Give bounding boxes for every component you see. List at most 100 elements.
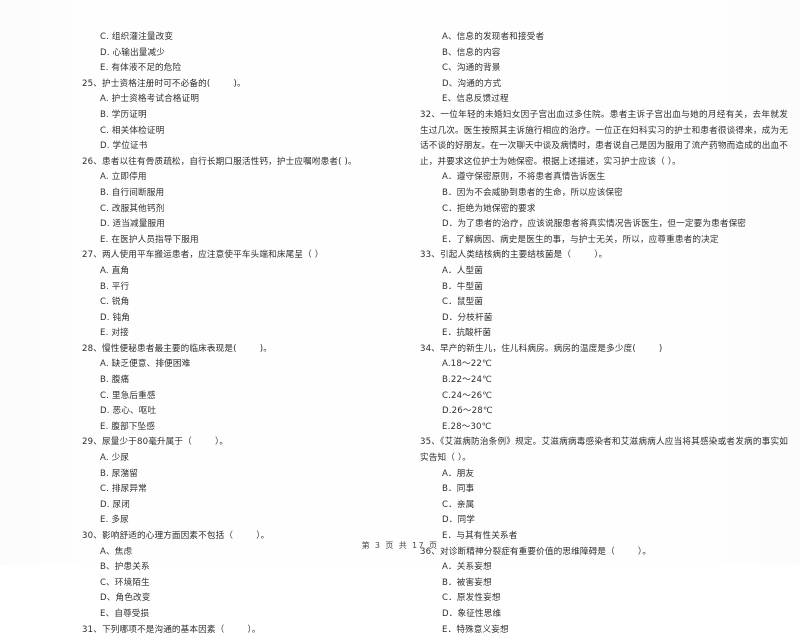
option-item: B．因为不会威胁到患者的生命，所以应该保密 (442, 187, 623, 198)
option-item: D、角色改变 (100, 593, 151, 604)
option-item: E．抗酸杆菌 (442, 328, 492, 339)
option-item: D. 学位证书 (100, 141, 148, 152)
option-item: A. 少尿 (100, 453, 130, 464)
option-item: B. 腹痛 (100, 375, 130, 386)
option-item: A、信息的发现者和接受者 (442, 32, 545, 42)
option-item: A. 缺乏便意、排便困难 (100, 359, 191, 370)
question-stem: 27、两人使用平车搬运患者，应注意使平车头端和床尾呈（ ） (82, 248, 392, 264)
option-item: A.18～22℃ (442, 359, 492, 370)
question-number: 25、 (82, 78, 102, 89)
option-item: C. 改服其他钙剂 (100, 203, 165, 214)
option-item: C. 排尿异常 (100, 484, 147, 495)
option-item: D．为了患者的治疗，应该说服患者将真实情况告诉医生，但一定要为患者保密 (442, 219, 747, 230)
option-item: C．原发性妄想 (442, 593, 501, 604)
option-item: E、信息反馈过程 (442, 94, 509, 105)
option-item: D．分枝杆菌 (442, 312, 493, 323)
option-item: B．牛型菌 (442, 281, 484, 292)
option-item: C、沟通的背景 (442, 63, 501, 74)
option-item: A．人型菌 (442, 265, 484, 276)
question-stem: 28、慢性便秘患者最主要的临床表现是( )。 (82, 342, 392, 358)
document-page: C. 组织灌注量改变 D. 心输出量减少 E. 有体液不足的危险 25、护士资格… (0, 0, 800, 635)
option-item: D．象征性思维 (442, 608, 502, 619)
option-item: A．朋友 (442, 468, 475, 479)
question-text: 《艾滋病防治条例》规定。艾滋病病毒感染者和艾滋病病人应当将其感染或者发病的事实如… (420, 437, 788, 464)
option-item: E.28～30℃ (442, 421, 492, 432)
option-item: D. 尿闭 (100, 499, 131, 510)
question-stem: 35、《艾滋病防治条例》规定。艾滋病病毒感染者和艾滋病病人应当将其感染或者发病的… (412, 435, 788, 466)
option-item: C. 里急后重感 (100, 390, 156, 401)
question-36: 36、对诊断精神分裂症有重要价值的思维障碍是（ ）。 A．关系妄想 B．被害妄想… (412, 545, 788, 638)
option-item: A. 立即停用 (100, 172, 147, 183)
question-text: 患者以往有骨质疏松，自行长期口服活性钙，护士应嘱咐患者( )。 (101, 156, 357, 167)
option-item: C. 相关体检证明 (100, 125, 165, 136)
option-item: D. 钝角 (100, 312, 131, 323)
option-item: C．鼠型菌 (442, 297, 484, 308)
question-number: 34、 (420, 343, 440, 354)
option-item: E．了解病因、病史是医生的事，与护士无关，所以，应尊重患者的决定 (442, 234, 719, 245)
question-stem: 25、护士资格注册时可不必备的( )。 (82, 77, 392, 93)
option-item: D.26～28℃ (442, 406, 493, 417)
question-stem: 32、一位年轻的未婚妇女因子宫出血过多住院。患者主诉子宫出血与她的月经有关，去年… (412, 108, 788, 170)
question-29: 29、尿量少于80毫升属于（ ）。 A. 少尿 B. 尿潴留 C. 排尿异常 D… (82, 435, 392, 529)
question-text: 两人使用平车搬运患者，应注意使平车头端和床尾呈（ ） (101, 250, 324, 261)
question-26: 26、患者以往有骨质疏松，自行长期口服活性钙，护士应嘱咐患者( )。 A. 立即… (82, 155, 392, 249)
option-item: B、信息的内容 (442, 47, 501, 58)
option-item: A. 护士资格考试合格证明 (100, 94, 200, 105)
question-number: 32、 (420, 109, 441, 120)
two-column-body: C. 组织灌注量改变 D. 心输出量减少 E. 有体液不足的危险 25、护士资格… (0, 30, 800, 635)
option-item: C．亲属 (442, 499, 475, 510)
question-text: 下列哪项不是沟通的基本因素（ ）。 (101, 624, 261, 635)
question-text: 尿量少于80毫升属于（ ）。 (101, 437, 229, 448)
option-item: A．关系妄想 (442, 562, 492, 573)
question-text: 护士资格注册时可不必备的( )。 (101, 78, 246, 89)
left-column: C. 组织灌注量改变 D. 心输出量减少 E. 有体液不足的危险 25、护士资格… (0, 30, 400, 635)
question-28: 28、慢性便秘患者最主要的临床表现是( )。 A. 缺乏便意、排便困难 B. 腹… (82, 342, 392, 436)
question-stem: 31、下列哪项不是沟通的基本因素（ ）。 (82, 623, 392, 638)
question-number: 26、 (82, 156, 102, 167)
question-number: 33、 (420, 250, 440, 261)
option-item: E. 对接 (100, 328, 129, 339)
option-item: E. 在医护人员指导下服用 (100, 234, 199, 245)
option-item: E. 有体液不足的危险 (100, 63, 182, 74)
option-item: D. 适当减量服用 (100, 219, 165, 230)
question-27: 27、两人使用平车搬运患者，应注意使平车头端和床尾呈（ ） A. 直角 B. 平… (82, 248, 392, 342)
question-31: 31、下列哪项不是沟通的基本因素（ ）。 (82, 623, 392, 638)
question-stem: 34、早产的新生儿，住儿科病房。病房的温度是多少度( ) (412, 342, 788, 358)
option-item: A. 直角 (100, 265, 130, 276)
question-number: 29、 (82, 437, 102, 448)
option-item: C. 组织灌注量改变 (100, 32, 174, 42)
option-item: A．遵守保密原则，不将患者真情告诉医生 (442, 172, 606, 183)
option-item: E. 腹部下坠感 (100, 421, 156, 432)
option-item: B. 学历证明 (100, 109, 147, 120)
option-item: B．被害妄想 (442, 577, 492, 588)
option-item: E、自尊受损 (100, 608, 150, 619)
option-item: D．同学 (442, 515, 475, 526)
question-text: 引起人类结核病的主要结核菌是（ ）。 (439, 250, 608, 261)
option-item: D、沟通的方式 (442, 78, 502, 89)
option-item: B. 尿潴留 (100, 468, 139, 479)
question-33: 33、引起人类结核病的主要结核菌是（ ）。 A．人型菌 B．牛型菌 C．鼠型菌 … (412, 248, 788, 342)
option-item: B.22～24℃ (442, 375, 492, 386)
option-item: C. 锐角 (100, 297, 130, 308)
question-text: 慢性便秘患者最主要的临床表现是( )。 (101, 343, 272, 354)
question-32: 32、一位年轻的未婚妇女因子宫出血过多住院。患者主诉子宫出血与她的月经有关，去年… (412, 108, 788, 248)
right-column: A、信息的发现者和接受者 B、信息的内容 C、沟通的背景 D、沟通的方式 E、信… (400, 30, 800, 635)
option-item: E．特殊意义妄想 (442, 624, 509, 635)
option-item: B．同事 (442, 484, 475, 495)
option-item: C．拒绝为她保密的要求 (442, 203, 536, 214)
option-item: E. 多尿 (100, 515, 129, 526)
option-item: C、环境陌生 (100, 577, 150, 588)
option-item: D. 心输出量减少 (100, 47, 165, 58)
option-item: C.24～26℃ (442, 390, 493, 401)
option-item: B、护患关系 (100, 562, 150, 573)
question-number: 27、 (82, 250, 102, 261)
question-text: 早产的新生儿，住儿科病房。病房的温度是多少度( ) (439, 343, 663, 354)
question-number: 31、 (82, 624, 102, 635)
question-35: 35、《艾滋病防治条例》规定。艾滋病病毒感染者和艾滋病病人应当将其感染或者发病的… (412, 435, 788, 544)
option-item: B. 平行 (100, 281, 130, 292)
question-stem: 29、尿量少于80毫升属于（ ）。 (82, 435, 392, 451)
option-item: B. 自行间断服用 (100, 187, 165, 198)
question-text: 一位年轻的未婚妇女因子宫出血过多住院。患者主诉子宫出血与她的月经有关，去年就发生… (420, 109, 789, 167)
question-stem: 33、引起人类结核病的主要结核菌是（ ）。 (412, 248, 788, 264)
option-item: D. 恶心、呕吐 (100, 406, 157, 417)
